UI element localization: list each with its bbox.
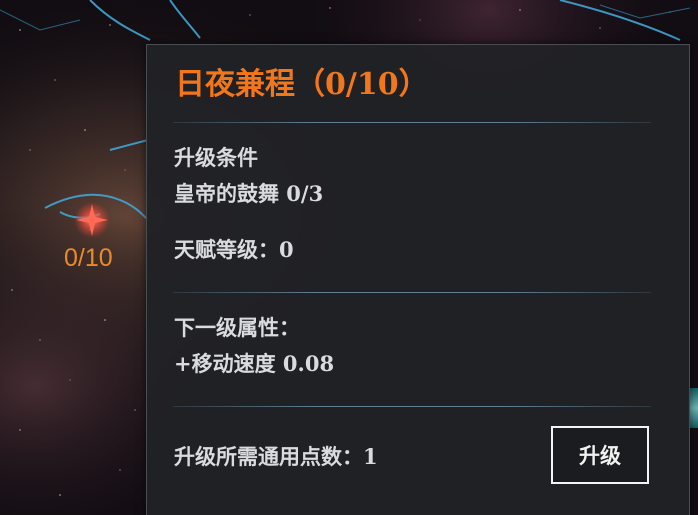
required-points: 升级所需通用点数：1 xyxy=(174,444,378,469)
upgrade-condition-item: 皇帝的鼓舞 0/3 xyxy=(174,181,324,206)
skill-node-star xyxy=(74,202,110,238)
talent-level: 天赋等级：0 xyxy=(174,237,294,262)
skill-title: 日夜兼程（0/10） xyxy=(175,67,429,102)
upgrade-button[interactable]: 升级 xyxy=(551,426,649,484)
divider xyxy=(173,122,651,123)
next-level-effect: +移动速度 0.08 xyxy=(174,351,335,376)
divider xyxy=(173,292,651,293)
next-level-header: 下一级属性： xyxy=(174,315,300,340)
divider xyxy=(173,406,651,407)
skill-node-progress: 0/10 xyxy=(64,244,113,272)
skill-tooltip-panel: 日夜兼程（0/10） 升级条件 皇帝的鼓舞 0/3 天赋等级：0 下一级属性： … xyxy=(146,44,690,515)
upgrade-condition-header: 升级条件 xyxy=(174,145,258,170)
